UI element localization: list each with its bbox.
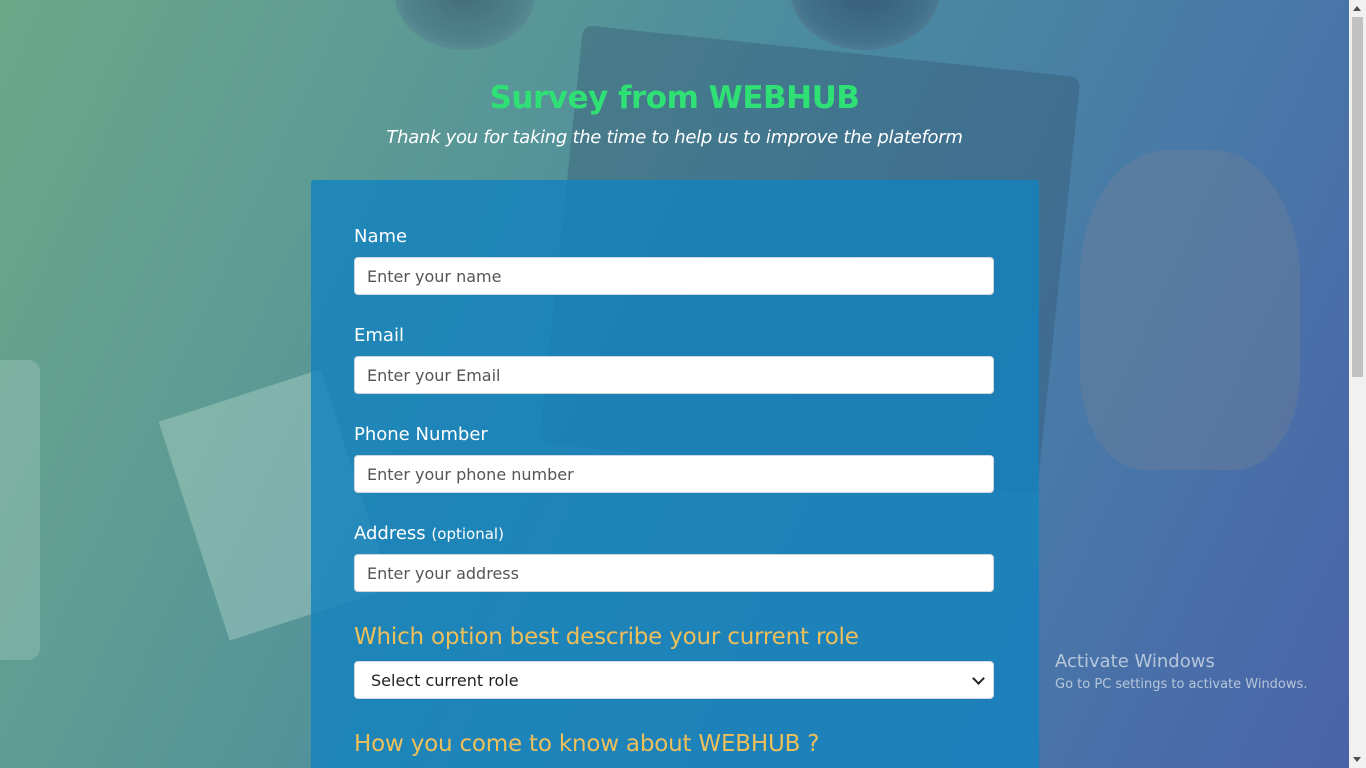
- email-label-text: Email: [354, 325, 404, 346]
- page-background: Survey from WEBHUB Thank you for taking …: [0, 0, 1366, 768]
- page-title: Survey from WEBHUB: [489, 80, 860, 116]
- role-select-value: Select current role: [371, 670, 519, 690]
- email-input[interactable]: [354, 356, 994, 394]
- name-label-text: Name: [354, 226, 408, 247]
- background-cup-image: [790, 0, 940, 50]
- scroll-up-arrow-icon[interactable]: [1353, 6, 1361, 11]
- survey-form: Name Email Phone Number Address (optiona…: [311, 180, 1039, 768]
- vertical-scrollbar[interactable]: [1349, 0, 1366, 768]
- scroll-down-arrow-icon[interactable]: [1353, 757, 1361, 762]
- address-label: Address (optional): [354, 522, 504, 546]
- phone-label: Phone Number: [354, 423, 488, 447]
- background-device-image: [0, 360, 40, 660]
- background-hand-image: [1080, 150, 1300, 470]
- role-select[interactable]: Select current role: [354, 661, 994, 699]
- name-input[interactable]: [354, 257, 994, 295]
- phone-input[interactable]: [354, 455, 994, 493]
- scrollbar-thumb[interactable]: [1352, 17, 1363, 377]
- page-subtitle: Thank you for taking the time to help us…: [386, 127, 963, 148]
- email-label: Email: [354, 324, 404, 348]
- role-question: Which option best describe your current …: [354, 624, 859, 650]
- survey-header: Survey from WEBHUB Thank you for taking …: [0, 76, 1349, 151]
- windows-activation-watermark: Activate Windows Go to PC settings to ac…: [1055, 650, 1307, 696]
- phone-label-text: Phone Number: [354, 424, 488, 445]
- source-question: How you come to know about WEBHUB ?: [354, 731, 820, 757]
- chevron-down-icon: [972, 671, 985, 685]
- address-input[interactable]: [354, 554, 994, 592]
- watermark-subtitle: Go to PC settings to activate Windows.: [1055, 677, 1308, 692]
- address-optional-text: (optional): [431, 525, 504, 543]
- watermark-title: Activate Windows: [1055, 651, 1215, 672]
- address-label-text: Address: [354, 523, 426, 544]
- background-cup-image: [395, 0, 535, 50]
- name-label: Name: [354, 225, 407, 249]
